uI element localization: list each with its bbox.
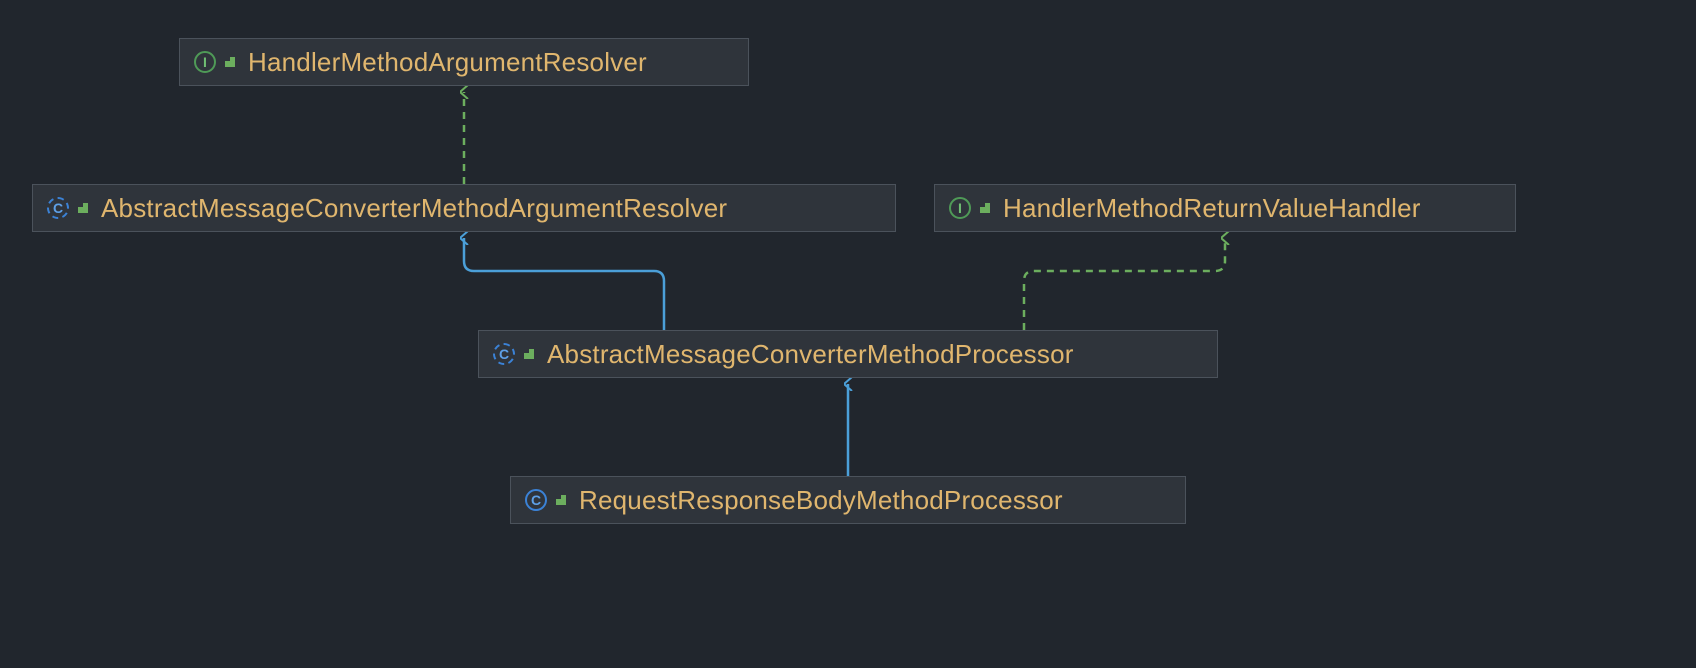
visibility-icon (523, 348, 535, 360)
interface-icon: I (194, 51, 216, 73)
abstract-class-icon: C (47, 197, 69, 219)
node-icons: I (949, 197, 991, 219)
node-handler-method-return-value-handler[interactable]: I HandlerMethodReturnValueHandler (934, 184, 1516, 232)
node-icons: C (493, 343, 535, 365)
visibility-icon (979, 202, 991, 214)
node-label: HandlerMethodArgumentResolver (248, 47, 647, 78)
visibility-icon (77, 202, 89, 214)
node-abstract-message-converter-method-processor[interactable]: C AbstractMessageConverterMethodProcesso… (478, 330, 1218, 378)
node-label: AbstractMessageConverterMethodArgumentRe… (101, 193, 727, 224)
edge-abs2-iface2 (1024, 238, 1225, 330)
edge-abs2-abs1 (464, 238, 664, 330)
node-label: HandlerMethodReturnValueHandler (1003, 193, 1421, 224)
visibility-icon (224, 56, 236, 68)
node-icons: C (525, 489, 567, 511)
node-label: RequestResponseBodyMethodProcessor (579, 485, 1063, 516)
class-icon: C (525, 489, 547, 511)
abstract-class-icon: C (493, 343, 515, 365)
diagram-canvas: I HandlerMethodArgumentResolver C Abstra… (0, 0, 1696, 668)
visibility-icon (555, 494, 567, 506)
node-handler-method-argument-resolver[interactable]: I HandlerMethodArgumentResolver (179, 38, 749, 86)
node-abstract-message-converter-method-argument-resolver[interactable]: C AbstractMessageConverterMethodArgument… (32, 184, 896, 232)
node-label: AbstractMessageConverterMethodProcessor (547, 339, 1074, 370)
node-icons: C (47, 197, 89, 219)
node-request-response-body-method-processor[interactable]: C RequestResponseBodyMethodProcessor (510, 476, 1186, 524)
interface-icon: I (949, 197, 971, 219)
node-icons: I (194, 51, 236, 73)
